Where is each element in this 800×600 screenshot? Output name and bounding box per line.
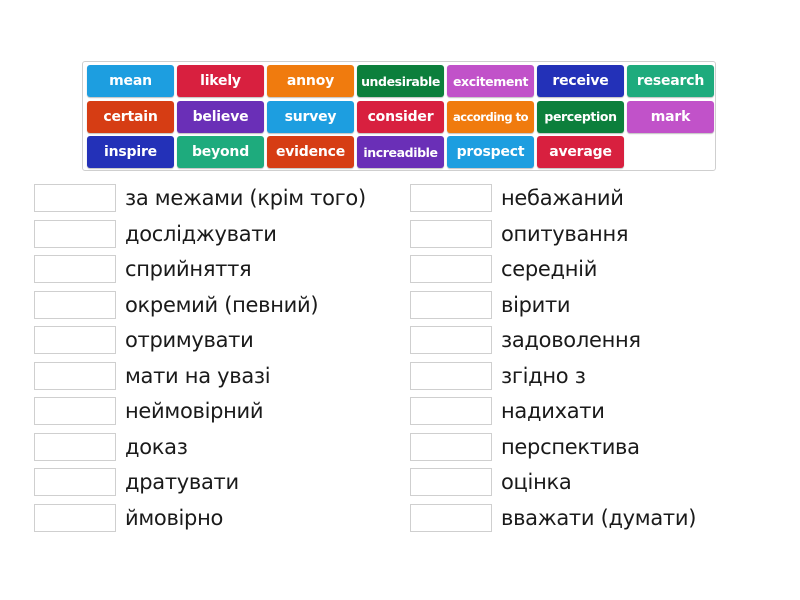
word-tile[interactable]: annoy — [267, 65, 354, 97]
definition-label: неймовірний — [125, 399, 264, 423]
answer-drop-box[interactable] — [410, 397, 492, 425]
match-row: перспектива — [410, 432, 640, 461]
answer-drop-box[interactable] — [34, 290, 116, 319]
word-tile[interactable]: undesirable — [357, 65, 444, 97]
definition-label: небажаний — [501, 186, 624, 210]
match-row: за межами (крім того) — [34, 184, 366, 212]
answer-drop-box[interactable] — [34, 184, 116, 212]
definition-label: задоволення — [501, 328, 641, 352]
definition-label: окремий (певний) — [125, 292, 319, 317]
definition-label: вважати (думати) — [501, 505, 697, 530]
answer-drop-box[interactable] — [34, 503, 116, 532]
match-row: неймовірний — [34, 397, 264, 425]
answer-drop-box[interactable] — [34, 432, 116, 461]
answer-drop-box[interactable] — [410, 184, 492, 212]
definition-label: ймовірно — [125, 505, 224, 530]
word-tile[interactable]: average — [537, 136, 624, 168]
definition-label: за межами (крім того) — [125, 186, 366, 210]
match-row: середній — [410, 255, 597, 283]
definition-label: вірити — [501, 292, 571, 317]
match-row: мати на увазі — [34, 361, 271, 390]
match-row: опитування — [410, 219, 629, 248]
word-tile[interactable]: research — [627, 65, 714, 97]
definition-label: досліджувати — [125, 221, 277, 246]
definition-label: надихати — [501, 399, 605, 423]
word-tile[interactable]: excitement — [447, 65, 534, 97]
match-row: згідно з — [410, 361, 586, 390]
definition-label: доказ — [125, 434, 188, 459]
answer-drop-box[interactable] — [34, 397, 116, 425]
match-row: доказ — [34, 432, 188, 461]
word-tile-pool: mean likely annoy undesirable excitement rece… — [82, 61, 716, 171]
answer-drop-box[interactable] — [410, 361, 492, 390]
word-tile[interactable]: perception — [537, 100, 624, 133]
answer-drop-box[interactable] — [34, 361, 116, 390]
word-tile[interactable]: mean — [87, 65, 174, 97]
match-row: вірити — [410, 290, 571, 319]
match-row: дратувати — [34, 468, 239, 496]
answer-drop-box[interactable] — [410, 255, 492, 283]
definition-label: опитування — [501, 221, 629, 246]
answer-drop-box[interactable] — [410, 503, 492, 532]
word-tile[interactable]: likely — [177, 65, 264, 97]
word-tile[interactable]: inspire — [87, 136, 174, 168]
word-tile[interactable]: mark — [627, 100, 714, 133]
answer-drop-box[interactable] — [34, 255, 116, 283]
definition-label: отримувати — [125, 328, 254, 352]
definition-label: оцінка — [501, 470, 572, 494]
answer-drop-box[interactable] — [34, 219, 116, 248]
answer-drop-box[interactable] — [410, 432, 492, 461]
word-tile[interactable]: believe — [177, 100, 264, 133]
word-tile[interactable]: certain — [87, 100, 174, 133]
answer-drop-box[interactable] — [34, 326, 116, 354]
definition-label: дратувати — [125, 470, 239, 494]
match-row: задоволення — [410, 326, 641, 354]
match-row: отримувати — [34, 326, 254, 354]
word-tile[interactable]: consider — [357, 100, 444, 133]
word-tile[interactable]: evidence — [267, 136, 354, 168]
match-row: вважати (думати) — [410, 503, 697, 532]
definition-label: сприйняття — [125, 257, 252, 281]
answer-drop-box[interactable] — [410, 468, 492, 496]
answer-drop-box[interactable] — [410, 219, 492, 248]
word-tile[interactable]: increadible — [357, 136, 444, 168]
word-tile[interactable]: according to — [447, 100, 534, 133]
definition-label: середній — [501, 257, 598, 281]
match-row: ймовірно — [34, 503, 224, 532]
definition-label: перспектива — [501, 434, 640, 459]
word-tile[interactable]: receive — [537, 65, 624, 97]
word-tile[interactable]: prospect — [447, 136, 534, 168]
definition-label: згідно з — [501, 363, 586, 388]
match-row: надихати — [410, 397, 605, 425]
match-row: небажаний — [410, 184, 624, 212]
match-row: сприйняття — [34, 255, 252, 283]
match-row: досліджувати — [34, 219, 277, 248]
definition-label: мати на увазі — [125, 363, 271, 388]
word-tile[interactable]: survey — [267, 100, 354, 133]
answer-drop-box[interactable] — [410, 290, 492, 319]
answer-drop-box[interactable] — [34, 468, 116, 496]
answer-drop-box[interactable] — [410, 326, 492, 354]
match-row: окремий (певний) — [34, 290, 319, 319]
match-row: оцінка — [410, 468, 572, 496]
word-tile[interactable]: beyond — [177, 136, 264, 168]
